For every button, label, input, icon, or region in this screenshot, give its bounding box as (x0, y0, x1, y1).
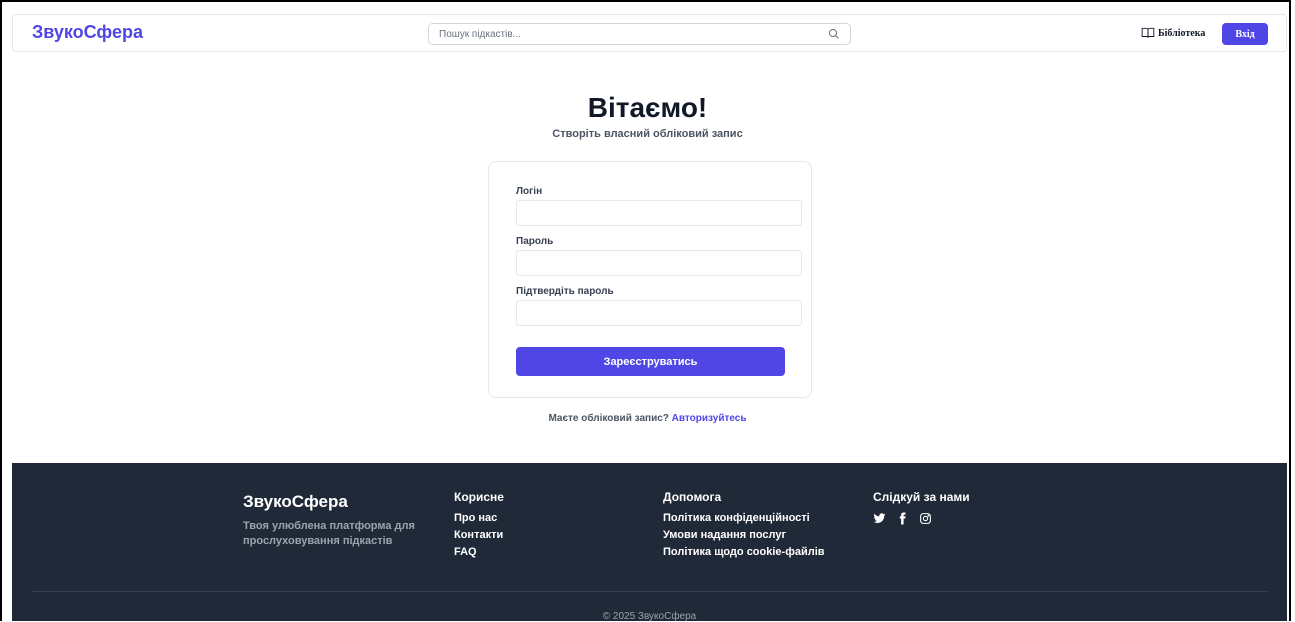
password-field[interactable] (516, 250, 802, 276)
have-account-text: Маєте обліковий запис? (548, 413, 669, 424)
page-subtitle: Створіть власний обліковий запис (552, 128, 743, 140)
twitter-icon[interactable] (873, 512, 886, 525)
search-input[interactable] (429, 24, 819, 44)
footer: ЗвукоСфера Твоя улюблена платформа для п… (12, 463, 1287, 622)
search-box (428, 23, 851, 45)
top-navbar: ЗвукоСфера Бібліотека Вхід (12, 14, 1287, 52)
footer-link-about[interactable]: Про нас (454, 512, 504, 524)
footer-link-cookies[interactable]: Політика щодо cookie-файлів (663, 546, 825, 558)
have-account-row: Маєте обліковий запис? Авторизуйтесь (0, 413, 1295, 424)
footer-tagline: Твоя улюблена платформа для прослуховува… (243, 520, 415, 547)
register-form: Логін Пароль Підтвердіть пароль Зареєстр… (488, 161, 812, 398)
footer-link-privacy[interactable]: Політика конфіденційності (663, 512, 825, 524)
login-field[interactable] (516, 200, 802, 226)
footer-help-column: Допомога Політика конфіденційності Умови… (663, 490, 825, 563)
social-icons (873, 512, 970, 525)
confirm-password-label: Підтвердіть пароль (516, 286, 614, 297)
footer-link-contacts[interactable]: Контакти (454, 529, 504, 541)
library-link[interactable]: Бібліотека (1141, 27, 1205, 39)
footer-link-terms[interactable]: Умови надання послуг (663, 529, 825, 541)
book-icon (1141, 27, 1155, 38)
footer-useful-column: Корисне Про нас Контакти FAQ (454, 490, 504, 563)
login-field-label: Логін (516, 186, 543, 197)
footer-help-heading: Допомога (663, 490, 722, 504)
footer-useful-heading: Корисне (454, 490, 504, 504)
library-label: Бібліотека (1158, 27, 1206, 39)
footer-divider (32, 591, 1267, 592)
instagram-icon[interactable] (919, 512, 932, 525)
auth-link[interactable]: Авторизуйтесь (672, 413, 747, 424)
search-icon[interactable] (828, 28, 840, 40)
login-button[interactable]: Вхід (1222, 23, 1268, 45)
logo[interactable]: ЗвукоСфера (32, 22, 143, 43)
footer-copyright: © 2025 ЗвукоСфера (602, 611, 697, 622)
register-button[interactable]: Зареєструватись (516, 347, 785, 376)
facebook-icon[interactable] (896, 512, 909, 525)
footer-follow-column: Слідкуй за нами (873, 490, 970, 525)
page-title: Вітаємо! (587, 92, 708, 123)
footer-brand: ЗвукоСфера (243, 492, 348, 511)
confirm-password-field[interactable] (516, 300, 802, 326)
footer-follow-heading: Слідкуй за нами (873, 490, 970, 504)
footer-link-faq[interactable]: FAQ (454, 546, 504, 558)
password-field-label: Пароль (516, 236, 554, 247)
